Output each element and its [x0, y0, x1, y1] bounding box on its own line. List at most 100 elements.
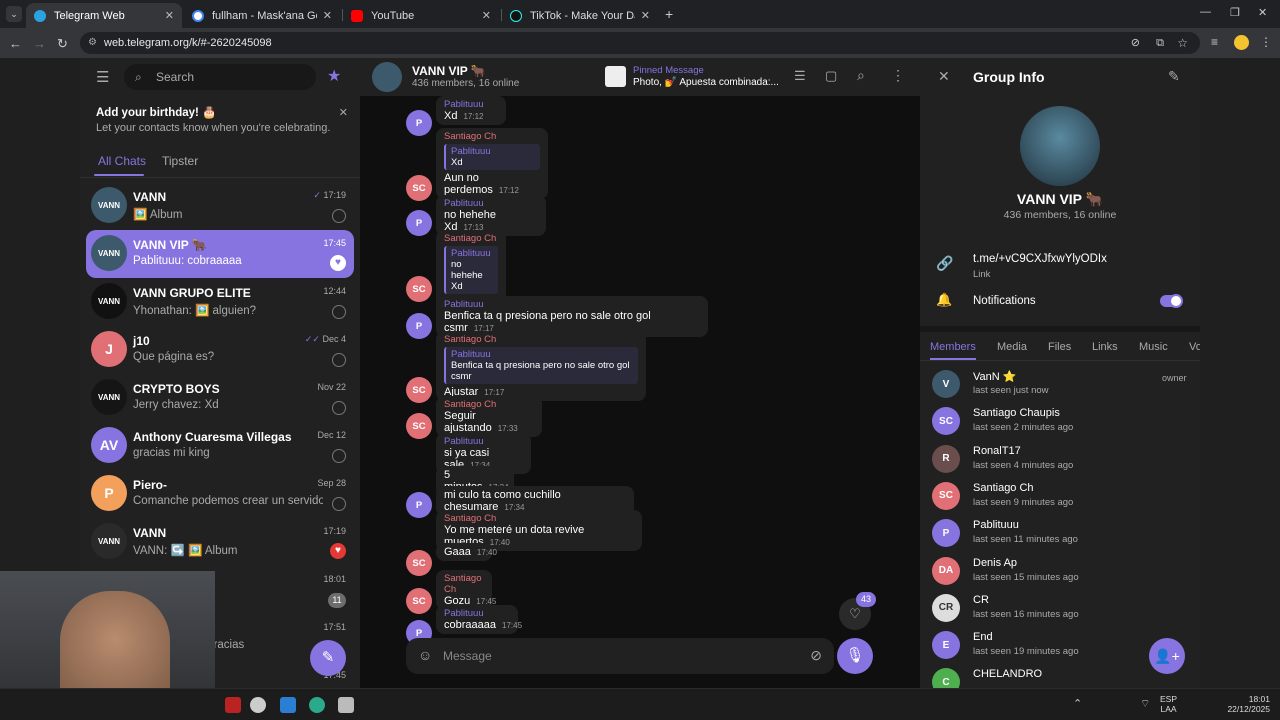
compose-button[interactable]: ✎ [310, 640, 346, 676]
eye-off-icon[interactable]: ⊘ [1131, 32, 1140, 54]
emoji-icon[interactable]: ☺ [418, 647, 432, 663]
tab-youtube[interactable]: YouTube ✕ [343, 3, 499, 28]
info-tab[interactable]: Media [997, 341, 1027, 353]
group-avatar[interactable] [1020, 106, 1100, 186]
info-tab[interactable]: Vo [1189, 341, 1200, 353]
sender-avatar[interactable]: P [406, 210, 432, 236]
message-sender[interactable]: Pablituuu [444, 608, 510, 619]
notifications-row[interactable]: 🔔 Notifications [920, 290, 1200, 314]
sender-avatar[interactable]: SC [406, 175, 432, 201]
close-banner-icon[interactable]: ✕ [339, 106, 348, 119]
close-tab-icon[interactable]: ✕ [482, 9, 491, 22]
message-input[interactable]: Message [443, 649, 492, 663]
restore-icon[interactable]: ❐ [1230, 6, 1240, 19]
new-tab-icon[interactable]: + [665, 6, 673, 22]
chat-list-item[interactable]: VANN VANN 🖼️ Album ✓ 17:19 [86, 182, 354, 230]
member-row[interactable]: R RonalT17 last seen 4 minutes ago [932, 442, 1188, 478]
reply-quote[interactable]: Pablituuu Xd [444, 144, 540, 170]
sender-avatar[interactable]: SC [406, 413, 432, 439]
message-bubble[interactable]: Pablituuu Xd 17:12 [436, 96, 506, 125]
tab-tiktok[interactable]: TikTok - Make Your Day ✕ [502, 3, 658, 28]
tab-search-button[interactable]: ⌄ [6, 6, 22, 22]
message-sender[interactable]: Pablituuu [444, 99, 498, 110]
chat-list-item[interactable]: Jj10 Que página es? ✓✓ Dec 4 [86, 326, 354, 374]
discussion-icon[interactable]: ▢ [825, 68, 837, 84]
tab-all-chats[interactable]: All Chats [98, 154, 146, 168]
sender-avatar[interactable]: P [406, 313, 432, 339]
message-sender[interactable]: Pablituuu [444, 436, 523, 447]
close-tab-icon[interactable]: ✕ [323, 9, 332, 22]
notifications-toggle[interactable] [1160, 294, 1183, 308]
member-row[interactable]: P Pablituuu last seen 11 minutes ago [932, 516, 1188, 552]
info-tab[interactable]: Members [930, 341, 976, 353]
reply-quote[interactable]: Pablituuu no hehehe Xd [444, 246, 498, 294]
install-icon[interactable]: ⧉ [1156, 32, 1164, 54]
search-input[interactable]: ⌕ Search [124, 64, 316, 90]
scroll-down-button[interactable]: ♡ 43 [839, 592, 876, 630]
chat-list-item[interactable]: VANN VANN VIP 🐂 Pablituuu: cobraaaaa 17:45… [86, 230, 354, 278]
message-sender[interactable]: Santiago Ch [444, 334, 638, 345]
sender-avatar[interactable]: SC [406, 550, 432, 576]
tab-tipster[interactable]: Tipster [162, 154, 198, 168]
reply-quote[interactable]: Pablituuu Benfica ta q presiona pero no s… [444, 347, 638, 384]
bookmark-star-icon[interactable]: ☆ [1177, 32, 1188, 54]
tray-arrow-icon[interactable]: ⌃ [1073, 697, 1082, 710]
message-sender[interactable]: Santiago Ch [444, 131, 540, 142]
more-icon[interactable]: ⋮ [891, 67, 905, 84]
wifi-icon[interactable]: ⌔ [1140, 697, 1150, 711]
close-tab-icon[interactable]: ✕ [165, 9, 174, 22]
chat-list-item[interactable]: VANN VANN VANN: ↪️ 🖼️ Album 17:19 ♥ [86, 518, 354, 566]
message-bubble[interactable]: Santiago Ch Seguir ajustando 17:33 [436, 396, 542, 437]
info-tab[interactable]: Links [1092, 341, 1118, 353]
sender-avatar[interactable]: SC [406, 377, 432, 403]
message-sender[interactable]: Pablituuu [444, 198, 538, 209]
chat-list-item[interactable]: VANN CRYPTO BOYS Jerry chavez: Xd Nov 22 [86, 374, 354, 422]
reload-icon[interactable]: ↻ [57, 36, 68, 52]
clock[interactable]: 18:01 22/12/2025 [1222, 694, 1270, 714]
info-tab[interactable]: Files [1048, 341, 1071, 353]
message-sender[interactable]: Santiago Ch [444, 573, 484, 595]
member-row[interactable]: DA Denis Ap last seen 15 minutes ago [932, 554, 1188, 590]
search-icon[interactable]: ⌕ [857, 67, 865, 84]
message-sender[interactable]: Pablituuu [444, 299, 700, 310]
tab-telegram[interactable]: Telegram Web ✕ [26, 3, 182, 28]
language-indicator[interactable]: ESP LAA [1160, 694, 1177, 714]
chat-list-item[interactable]: VANN VANN GRUPO ELITE Yhonathan: 🖼️ alguie… [86, 278, 354, 326]
close-window-icon[interactable]: ✕ [1258, 6, 1267, 19]
sender-avatar[interactable]: P [406, 110, 432, 136]
message-bubble[interactable]: Santiago Ch Pablituuu Xd Aun no perdemos 17:… [436, 128, 548, 199]
edge-icon[interactable] [309, 697, 325, 713]
sender-avatar[interactable]: SC [406, 588, 432, 614]
favorites-star-icon[interactable]: ★ [327, 66, 341, 86]
tab-google[interactable]: fullham - Mask'ana Google ✕ [184, 3, 340, 28]
profile-avatar[interactable] [1234, 35, 1249, 50]
attach-icon[interactable]: ⊘ [810, 647, 822, 664]
message-bubble[interactable]: Pablituuu cobraaaaa 17:45 [436, 605, 522, 634]
app-icon[interactable] [280, 697, 296, 713]
url-bar[interactable]: ⚙ web.telegram.org/k/#-2620245098 ☆ ⧉ ⊘ [80, 32, 1200, 54]
chat-list-item[interactable]: P Piero- Comanche podemos crear un servido… [86, 470, 354, 518]
link-row[interactable]: 🔗 t.me/+vC9CXJfxwYlyODIx Link [920, 248, 1200, 286]
pinned-message[interactable]: Pinned Message Photo, 💅 Apuesta combinad… [605, 65, 779, 89]
chat-header-avatar[interactable] [372, 62, 402, 92]
sender-avatar[interactable]: SC [406, 276, 432, 302]
chat-title[interactable]: VANN VIP 🐂 [412, 64, 486, 78]
minimize-icon[interactable]: — [1200, 6, 1211, 18]
back-icon[interactable]: ← [9, 36, 22, 51]
pinned-list-icon[interactable]: ☰ [794, 68, 806, 84]
message-sender[interactable]: Santiago Ch [444, 513, 634, 524]
member-row[interactable]: C CHELANDRO [932, 665, 1188, 688]
chat-list-item[interactable]: AV Anthony Cuaresma Villegas gracias mi ki… [86, 422, 354, 470]
member-row[interactable]: CR CR last seen 16 minutes ago [932, 591, 1188, 627]
info-tab[interactable]: Music [1139, 341, 1168, 353]
hamburger-menu-icon[interactable]: ☰ [96, 68, 109, 86]
voice-record-button[interactable]: 🎙 [837, 638, 873, 674]
forward-icon[interactable]: → [33, 36, 46, 51]
member-row[interactable]: SC Santiago Ch last seen 9 minutes ago [932, 479, 1188, 515]
app-icon[interactable] [225, 697, 241, 713]
sender-avatar[interactable]: P [406, 492, 432, 518]
message-sender[interactable]: Santiago Ch [444, 233, 498, 244]
member-row[interactable]: SC Santiago Chaupis last seen 2 minutes ag… [932, 404, 1188, 440]
menu-dots-icon[interactable]: ⋮ [1260, 35, 1272, 49]
site-info-icon[interactable]: ⚙ [88, 32, 97, 54]
